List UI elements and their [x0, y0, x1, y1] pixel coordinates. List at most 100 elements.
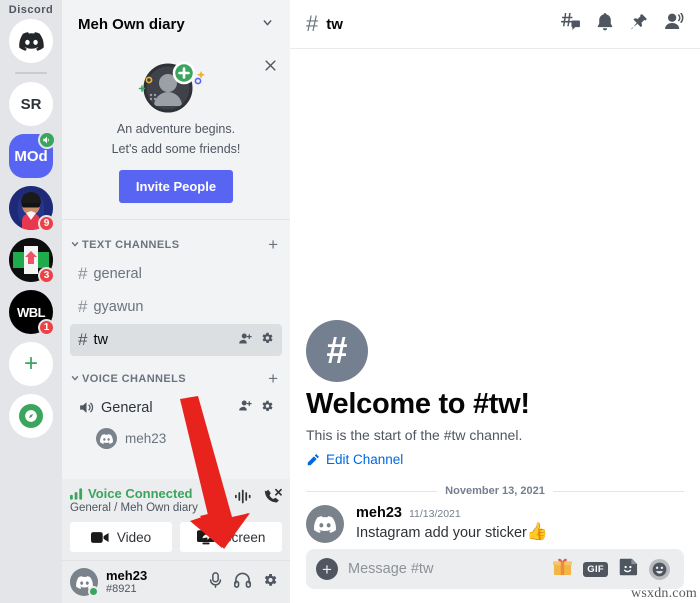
welcome-title: Welcome to #tw!	[306, 388, 530, 420]
voice-member-name: meh23	[125, 431, 167, 447]
message-author[interactable]: meh23	[356, 505, 402, 521]
voice-connected-panel: Voice Connected General / Meh Own diary	[62, 479, 290, 560]
thumbs-up-emoji: 👍	[526, 522, 549, 541]
gear-icon[interactable]	[260, 399, 274, 417]
channel-label: gyawun	[93, 299, 144, 316]
voice-status-block: Voice Connected General / Meh Own diary	[70, 486, 198, 514]
message-body: Instagram add your sticker	[356, 525, 527, 541]
server-initials: MOd	[14, 147, 48, 165]
hash-icon: #	[78, 330, 88, 350]
invite-illustration	[74, 58, 278, 118]
channel-item-tw[interactable]: # tw	[70, 324, 282, 357]
guild-name: Meh Own diary	[78, 15, 185, 33]
channel-item-general-voice[interactable]: General	[70, 392, 282, 423]
add-text-channel-button[interactable]: +	[268, 236, 282, 253]
server-initials: WBL	[16, 304, 46, 320]
invite-line-2: Let's add some friends!	[111, 142, 241, 157]
plus-circle-icon[interactable]: +	[316, 558, 338, 580]
pin-icon[interactable]	[630, 13, 648, 36]
voice-channel-path: General / Meh Own diary	[70, 502, 198, 514]
avatar[interactable]	[70, 568, 99, 597]
channel-sidebar: Meh Own diary An adventure begins. Let's…	[62, 0, 290, 603]
date-divider: November 13, 2021	[290, 475, 700, 499]
chat-main: # tw # Welcome to #tw! This is the start…	[290, 0, 700, 603]
hash-icon: #	[78, 264, 88, 284]
chevron-down-icon	[70, 239, 80, 251]
server-item-wbl[interactable]: WBL 1	[9, 290, 55, 336]
avatar[interactable]	[306, 505, 344, 543]
members-icon[interactable]	[665, 12, 684, 35]
emoji-icon[interactable]	[649, 558, 670, 580]
welcome-subtitle: This is the start of the #tw channel.	[306, 427, 523, 443]
headphones-icon[interactable]	[233, 572, 252, 593]
channel-label: General	[101, 399, 153, 416]
gift-icon[interactable]	[553, 557, 573, 581]
guild-header[interactable]: Meh Own diary	[62, 0, 290, 48]
category-label: VOICE CHANNELS	[82, 372, 186, 385]
video-button[interactable]: Video	[70, 522, 172, 552]
hash-icon: #	[306, 11, 319, 36]
channel-list: TEXT CHANNELS + # general # gyawun # tw	[62, 220, 290, 479]
invite-people-button[interactable]: Invite People	[118, 170, 234, 204]
explore-servers-button[interactable]	[9, 394, 53, 438]
divider-line-left	[306, 490, 438, 492]
composer-box[interactable]: + Message #tw GIF	[306, 549, 684, 589]
avatar	[96, 428, 117, 450]
signal-bars-icon	[70, 487, 83, 500]
gif-button[interactable]: GIF	[583, 561, 608, 577]
edit-channel-label: Edit Channel	[326, 452, 404, 467]
unread-badge: 9	[38, 215, 55, 232]
voice-member-meh23[interactable]: meh23	[70, 425, 282, 452]
plus-icon: +	[9, 342, 53, 386]
channel-label: general	[93, 266, 142, 283]
voice-indicator-badge	[38, 131, 56, 149]
gear-icon[interactable]	[260, 331, 274, 349]
channel-label: tw	[93, 332, 108, 349]
channel-item-general[interactable]: # general	[70, 258, 282, 290]
server-item-avatar-house[interactable]: 3	[9, 238, 55, 284]
bell-icon[interactable]	[597, 12, 613, 36]
server-avatar: SR	[9, 82, 53, 126]
create-invite-icon[interactable]	[238, 398, 253, 417]
add-voice-channel-button[interactable]: +	[268, 370, 282, 387]
channel-welcome-block: # Welcome to #tw! This is the start of t…	[290, 320, 700, 475]
video-camera-icon	[90, 531, 109, 544]
chevron-down-icon[interactable]	[261, 16, 274, 32]
channel-hash-avatar: #	[306, 320, 368, 382]
screen-share-icon	[196, 529, 215, 545]
message-text: Instagram add your sticker👍	[356, 522, 684, 542]
server-item-sr[interactable]: SR	[9, 82, 53, 126]
create-invite-icon[interactable]	[238, 331, 253, 350]
phone-hangup-icon[interactable]	[263, 488, 282, 510]
invite-card: An adventure begins. Let's add some frie…	[62, 48, 290, 221]
add-server-label: +	[23, 350, 38, 377]
date-label: November 13, 2021	[445, 485, 545, 497]
user-panel: meh23 #8921	[62, 560, 290, 603]
edit-channel-link[interactable]: Edit Channel	[306, 452, 684, 467]
user-name: meh23	[106, 567, 148, 583]
channel-item-gyawun[interactable]: # gyawun	[70, 291, 282, 323]
screen-share-button[interactable]: Screen	[180, 522, 282, 552]
home-button[interactable]	[9, 19, 53, 63]
screen-label: Screen	[222, 529, 266, 545]
threads-icon[interactable]	[561, 13, 580, 35]
message-item[interactable]: meh23 11/13/2021 Instagram add your stic…	[290, 499, 700, 545]
hash-icon: #	[78, 297, 88, 317]
microphone-icon[interactable]	[208, 571, 223, 593]
unread-badge: 3	[38, 267, 55, 284]
server-item-avatar-person[interactable]: 9	[9, 186, 55, 232]
gear-icon[interactable]	[262, 572, 278, 593]
invite-line-1: An adventure begins.	[116, 122, 236, 136]
category-voice-channels[interactable]: VOICE CHANNELS +	[62, 364, 290, 391]
watermark: wsxdn.com	[631, 586, 697, 601]
message-timestamp: 11/13/2021	[408, 508, 461, 520]
server-item-mod[interactable]: MOd	[9, 131, 56, 178]
discord-wordmark: Discord	[8, 4, 54, 16]
speaker-icon	[78, 399, 95, 416]
sticker-icon[interactable]	[619, 557, 638, 581]
soundwave-icon[interactable]	[235, 489, 254, 509]
message-input[interactable]: Message #tw	[348, 561, 543, 577]
category-text-channels[interactable]: TEXT CHANNELS +	[62, 230, 290, 257]
unread-badge: 1	[38, 319, 55, 336]
add-server-button[interactable]: +	[9, 342, 53, 386]
